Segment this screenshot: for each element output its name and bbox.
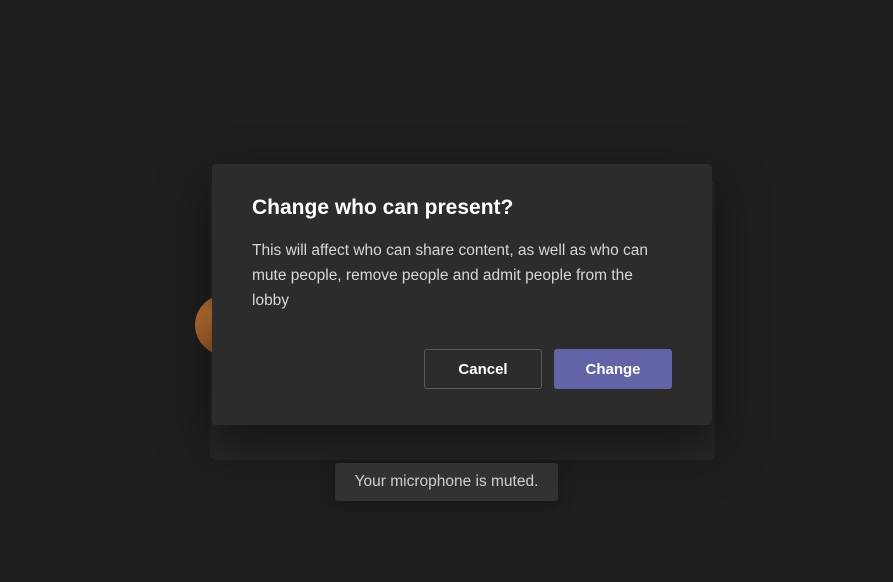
dialog-body: This will affect who can share content, …	[252, 238, 672, 313]
microphone-muted-toast: Your microphone is muted.	[335, 463, 559, 501]
change-button[interactable]: Change	[554, 349, 672, 389]
dialog-actions: Cancel Change	[252, 349, 672, 389]
dialog-title: Change who can present?	[252, 196, 672, 220]
cancel-button[interactable]: Cancel	[424, 349, 542, 389]
change-presenter-dialog: Change who can present? This will affect…	[212, 164, 712, 425]
